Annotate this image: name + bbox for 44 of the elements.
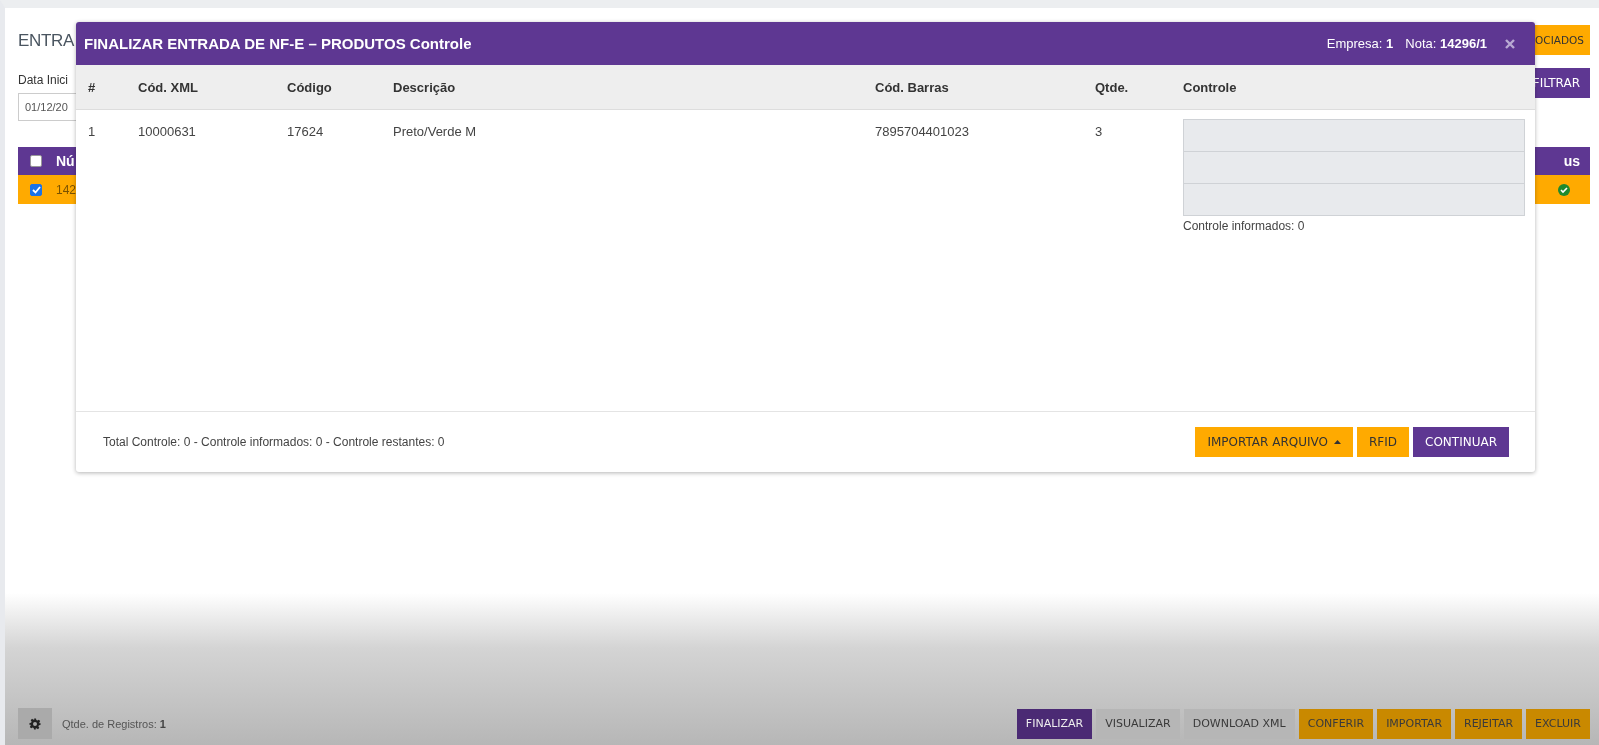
column-header: Cód. Barras xyxy=(875,79,950,95)
action-button[interactable]: FINALIZAR xyxy=(1016,708,1093,739)
record-count: Qtde. de Registros: 1 xyxy=(62,717,166,730)
date-label: Data Inici xyxy=(18,73,70,87)
action-button[interactable]: REJEITAR xyxy=(1455,708,1523,739)
column-header: Controle xyxy=(1183,79,1238,95)
control-input-field[interactable] xyxy=(1183,151,1525,184)
column-header: Cód. XML xyxy=(138,79,199,95)
control-summary: Total Controle: 0 - Controle informados: 0 - Controle restantes: 0 xyxy=(103,435,445,449)
close-icon[interactable] xyxy=(1505,38,1515,49)
settings-button[interactable] xyxy=(18,708,52,739)
import-dropdown-button[interactable]: IMPORTAR ARQUIVO xyxy=(1195,427,1353,457)
action-button[interactable]: IMPORTAR xyxy=(1377,708,1452,739)
control-input-field[interactable] xyxy=(1183,119,1525,152)
page-title: ENTRA xyxy=(18,31,75,51)
check-circle-icon xyxy=(1558,183,1570,196)
control-input-field[interactable] xyxy=(1183,183,1525,216)
action-button[interactable]: CONTINUAR xyxy=(1413,427,1509,457)
company-info: Empresa: 1 xyxy=(1326,36,1394,51)
column-header: Descrição xyxy=(393,79,457,95)
column-header: Nú xyxy=(56,153,75,169)
action-button[interactable]: EXCLUIR xyxy=(1526,708,1590,739)
column-header: Qtde. xyxy=(1095,79,1130,95)
row-checkbox[interactable] xyxy=(30,183,42,196)
table-cell-text: 7895704401023 xyxy=(875,123,970,139)
table-cell-text: 10000631 xyxy=(138,123,197,139)
invoice-info: Nota: 14296/1 xyxy=(1405,36,1487,51)
column-header: # xyxy=(88,79,97,95)
select-all-checkbox[interactable] xyxy=(30,155,42,167)
caret-icon xyxy=(1334,440,1341,444)
action-button[interactable]: DOWNLOAD XML xyxy=(1183,708,1295,739)
table-cell-text: 17624 xyxy=(287,123,325,139)
control-count: Controle informados: 0 xyxy=(1183,219,1306,233)
action-button[interactable]: RFID xyxy=(1357,427,1409,457)
action-button[interactable]: VISUALIZAR xyxy=(1096,708,1180,739)
table-cell-text: 1 xyxy=(88,123,97,139)
table-cell-text: 3 xyxy=(1095,123,1104,139)
action-button[interactable]: CONFERIR xyxy=(1298,708,1374,739)
table-cell: 142 xyxy=(56,182,77,197)
gear-icon xyxy=(29,717,41,730)
column-header: us xyxy=(1563,153,1580,169)
table-cell-text: Preto/Verde M xyxy=(393,123,478,139)
column-header: Código xyxy=(287,79,333,95)
modal-title: FINALIZAR ENTRADA DE NF-E – PRODUTOS Controle xyxy=(84,35,472,52)
